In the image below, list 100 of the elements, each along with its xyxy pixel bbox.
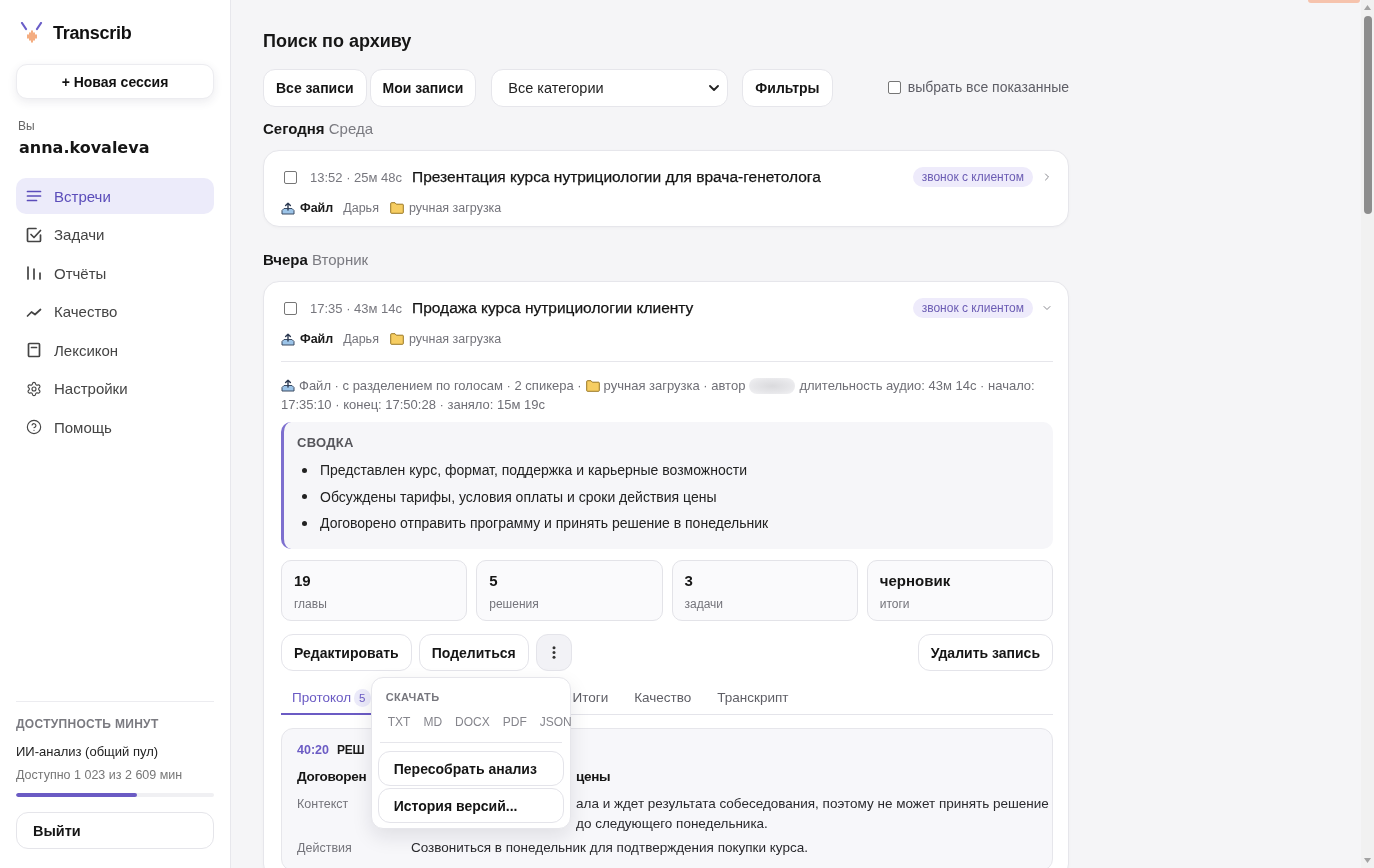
summary-point: Договорено отправить программу и принять решение в понедельник [320,515,769,531]
speaker-name: Дарья [343,201,379,215]
summary-point: Представлен курс, формат, поддержка и карьерные возможности [320,462,747,478]
session-time: 13:52 · 25м 48с [310,169,403,185]
select-all-label: выбрать все показанные [907,79,1069,95]
scrollbar-track[interactable] [1361,0,1374,868]
bullet-icon [302,494,307,499]
document-icon [26,342,42,358]
logout-button[interactable]: Выйти [16,812,214,849]
upload-method: ручная загрузка [408,332,502,346]
category-select[interactable]: Все категории [491,69,729,107]
kebab-menu-icon [551,646,556,659]
scrollbar-thumb[interactable] [1363,16,1372,214]
field-value: до следующего понедельника. [576,815,768,833]
stat-label: итоги [879,596,910,612]
meta-text: ручная загрузка · автор [603,378,746,393]
menu-item-button[interactable]: Пересобрать анализ [377,751,564,786]
minutes-available: Доступно 1 023 из 2 609 мин [16,767,183,783]
format-link[interactable]: MD [423,714,443,730]
brand-name: Transcrib [53,22,132,44]
protocol-title: Договорен [297,768,367,784]
folder-icon [389,202,404,214]
session-time: 17:35 · 43м 14с [310,300,403,316]
meta-text: длительность аудио: 43м 14с · начало: [799,378,1035,393]
stat-value: 5 [489,571,498,591]
minutes-heading: ДОСТУПНОСТЬ МИНУТ [16,716,159,732]
format-link[interactable]: DOCX [455,714,490,730]
folder-icon [389,333,404,345]
session-title: Продажа курса нутрициологии клиенту [412,299,694,317]
day-heading: Вчера Вторник [263,250,369,270]
pool-name: ИИ-анализ (общий пул) [16,744,159,760]
action-button[interactable]: Поделиться [418,634,529,671]
stat-value: 3 [684,571,693,591]
bullet-icon [302,520,307,526]
stat-label: задачи [684,596,724,612]
field-label: Действия [297,840,352,857]
chevron-down-icon [709,85,720,91]
upload-tray-icon [281,379,295,392]
new-session-button[interactable]: + Новая сессия [16,64,214,99]
meta-text: Файл · с разделением по голосам · 2 спикера · [299,378,582,393]
checkbox-tick-icon [26,226,42,243]
session-title: Презентация курса нутрициологии для врача-генетолога [412,168,821,186]
tab[interactable]: Качество [623,682,705,715]
select-all-checkbox[interactable] [887,80,901,94]
session-card[interactable] [263,281,1069,868]
up-arrow-icon[interactable] [1364,5,1371,10]
lines-icon [26,188,42,204]
session-card[interactable]: 13:52 · 25м 48с Презентация курса нутрициологии для врача-генетолога звонок с клиентом Файл Дарья ручная загрузка [263,150,1069,227]
stat-label: решения [489,596,539,612]
field-value: ала и ждет результата собеседования, поэтому не может принять решение [576,795,1049,813]
user-label: Вы [17,119,35,133]
action-button[interactable]: Редактировать [281,634,412,671]
nav-item[interactable]: Настройки [16,370,214,407]
filters-button[interactable]: Фильтры [742,69,833,107]
day-heading: Сегодня Среда [263,119,373,139]
scope-button[interactable]: Мои записи [369,69,477,107]
bullet-icon [302,467,307,473]
field-label: Контекст [297,796,349,813]
format-link[interactable]: JSON [539,714,572,730]
menu-item-button[interactable]: История версий... [377,788,564,823]
nav-item[interactable]: Встречи [16,178,214,214]
upload-tray-icon [281,201,295,215]
meta-text: 17:35:10 · конец: 17:50:28 · заняло: 15м 19с [281,397,546,412]
down-arrow-icon[interactable] [1364,858,1371,863]
menu-section-label: СКАЧАТЬ [384,690,440,704]
blurred-text-block [749,377,796,394]
more-button[interactable] [535,634,572,671]
count-badge: 5 [354,688,371,707]
nav-item[interactable]: Качество [16,293,214,330]
protocol-time: 40:20 [297,743,329,757]
category-tag: звонок с клиентом [912,298,1033,318]
nav-item[interactable]: Помощь [16,409,214,445]
settings-icon [26,380,42,397]
tab[interactable]: Транскрипт [706,682,802,715]
speaker-name: Дарья [343,332,379,346]
stat-label: главы [294,596,327,612]
page-title: Поиск по архиву [263,30,412,53]
nav-item[interactable]: Задачи [16,216,214,253]
source-label: Файл [300,332,334,346]
stat-value: 19 [294,571,311,591]
nav-item[interactable]: Отчёты [16,255,214,291]
user-name: anna.kovaleva [18,138,150,158]
folder-icon [585,379,600,392]
summary-point: Обсуждены тарифы, условия оплаты и сроки действия цены [320,488,717,505]
protocol-type: РЕШ [337,743,365,757]
session-checkbox[interactable] [284,301,297,315]
delete-button[interactable]: Удалить запись [917,634,1053,671]
protocol-title: цены [576,768,611,784]
nav-item[interactable]: Лексикон [16,332,214,368]
session-checkbox[interactable] [284,170,297,184]
scope-button[interactable]: Все записи [263,69,367,107]
format-link[interactable]: TXT [387,714,411,730]
tab[interactable]: Протокол 5 [281,682,384,715]
bar-chart-icon [26,265,42,281]
field-value: Созвониться в понедельник для подтверждения покупки курса. [411,839,808,857]
help-icon [26,419,42,435]
category-tag: звонок с клиентом [912,167,1033,187]
summary-heading: СВОДКА [297,435,354,451]
format-link[interactable]: PDF [502,714,527,730]
upload-method: ручная загрузка [408,201,502,215]
